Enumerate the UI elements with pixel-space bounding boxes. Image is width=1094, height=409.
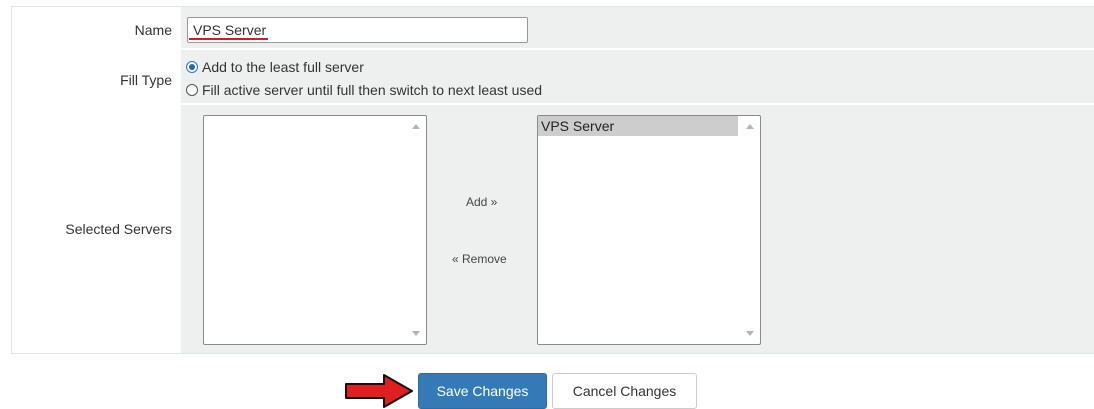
selected-servers-field-cell: Add » « Remove VPS Server: [181, 105, 1094, 353]
fill-type-row: Fill Type Add to the least full server F…: [12, 50, 1094, 103]
selected-server-option[interactable]: VPS Server: [538, 116, 738, 136]
cancel-changes-button[interactable]: Cancel Changes: [552, 373, 697, 409]
fill-type-option-least-full[interactable]: Add to the least full server: [186, 59, 364, 75]
name-label: Name: [134, 22, 172, 38]
fill-type-field-cell: Add to the least full server Fill active…: [181, 50, 1094, 103]
selected-servers-row: Selected Servers Add » « Remove VPS Serv…: [12, 105, 1094, 353]
server-group-form: Name Fill Type Add to the least full ser…: [11, 6, 1094, 354]
radio-button[interactable]: [186, 84, 198, 96]
name-field-cell: [181, 7, 1094, 48]
selected-servers-list[interactable]: VPS Server: [537, 115, 761, 345]
fill-type-option-fill-active[interactable]: Fill active server until full then switc…: [186, 82, 542, 98]
name-row: Name: [12, 7, 1094, 48]
add-server-button[interactable]: Add »: [466, 195, 497, 209]
red-arrow-icon: [345, 374, 413, 408]
save-changes-button[interactable]: Save Changes: [418, 373, 547, 409]
remove-server-button[interactable]: « Remove: [452, 252, 507, 266]
radio-button-checked[interactable]: [186, 61, 198, 73]
available-servers-list[interactable]: [203, 115, 427, 345]
name-highlight-underline: [189, 38, 268, 40]
scroll-up-icon[interactable]: [746, 124, 754, 129]
scroll-up-icon[interactable]: [412, 124, 420, 129]
fill-type-option-label: Fill active server until full then switc…: [202, 82, 543, 98]
selected-servers-label: Selected Servers: [65, 221, 172, 237]
fill-type-label: Fill Type: [120, 72, 172, 88]
scroll-down-icon[interactable]: [412, 331, 420, 336]
fill-type-option-label: Add to the least full server: [202, 59, 364, 75]
scroll-down-icon[interactable]: [746, 331, 754, 336]
